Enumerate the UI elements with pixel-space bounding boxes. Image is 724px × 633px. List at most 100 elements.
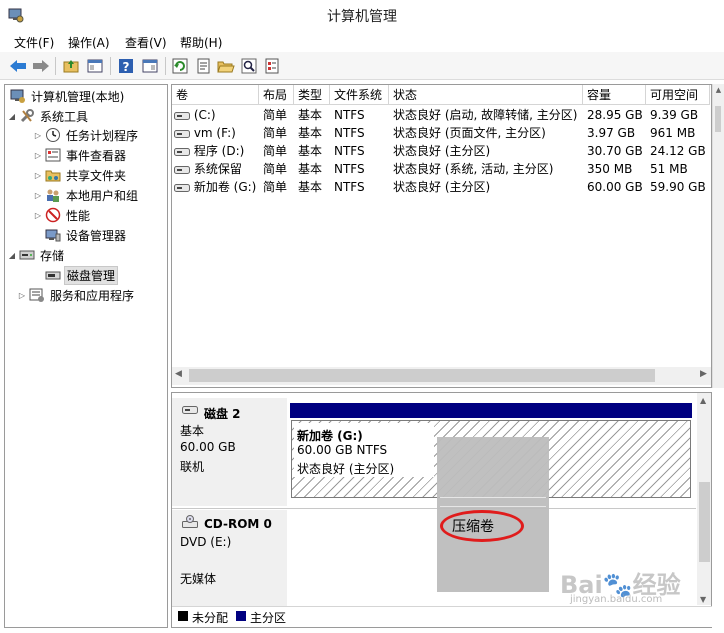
expand-arrow-icon[interactable]: ▷ (33, 151, 43, 160)
drive-icon (174, 111, 190, 120)
menu-view[interactable]: 查看(V) (125, 34, 167, 51)
column-header-capacity[interactable]: 容量 (583, 85, 646, 105)
volume-name: 系统保留 (193, 162, 242, 176)
forward-arrow-icon (33, 60, 49, 72)
column-header-volume[interactable]: 卷 (172, 85, 259, 105)
expand-arrow-icon[interactable]: ▷ (33, 171, 43, 180)
cdrom-media-status: 无媒体 (180, 572, 217, 586)
scroll-left-icon[interactable]: ◀ (175, 369, 182, 379)
menu-action[interactable]: 操作(A) (68, 34, 110, 51)
volume-row[interactable]: vm (F:) 简单 基本 NTFS 状态良好 (页面文件, 主分区) 3.97… (172, 124, 712, 142)
tree-item-event-viewer[interactable]: ▷ 事件查看器 (33, 146, 128, 164)
watermark-url: jingyan.baidu.com (570, 594, 663, 605)
device-manager-icon (45, 227, 61, 243)
volume-row[interactable]: (C:) 简单 基本 NTFS 状态良好 (启动, 故障转储, 主分区) 28.… (172, 106, 712, 124)
column-header-status[interactable]: 状态 (389, 85, 583, 105)
tree-item-services-applications[interactable]: ▷ 服务和应用程序 (17, 286, 136, 304)
disk-state: 联机 (180, 460, 205, 474)
volume-type: 基本 (298, 144, 323, 158)
scrollbar-thumb[interactable] (699, 482, 710, 562)
drive-icon (174, 129, 190, 138)
legend-label-unallocated: 未分配 (192, 611, 229, 625)
menu-help[interactable]: 帮助(H) (180, 34, 222, 51)
volume-row[interactable]: 新加卷 (G:) 简单 基本 NTFS 状态良好 (主分区) 60.00 GB … (172, 178, 712, 196)
forward-button[interactable] (31, 56, 51, 76)
tree-item-local-users-groups[interactable]: ▷ 本地用户和组 (33, 186, 140, 204)
volume-filesystem: NTFS (334, 144, 365, 158)
disk-management-icon (45, 267, 61, 283)
expand-arrow-icon[interactable]: ▷ (33, 191, 43, 200)
volume-layout: 简单 (263, 162, 288, 176)
shared-folder-icon (45, 167, 61, 183)
tree-label: 系统工具 (40, 109, 89, 124)
scroll-up-icon[interactable]: ▲ (700, 396, 706, 405)
volume-free-space: 961 MB (650, 126, 696, 140)
volume-type: 基本 (298, 126, 323, 140)
disk-type: 基本 (180, 424, 205, 438)
menu-separator (440, 497, 546, 498)
tree-item-performance[interactable]: ▷ 性能 (33, 206, 92, 224)
disk-settings-button[interactable] (262, 56, 282, 76)
cdrom-name: CD-ROM 0 (204, 517, 272, 531)
volume-capacity: 28.95 GB (587, 108, 643, 122)
svg-text:?: ? (123, 60, 130, 74)
console-tree-icon (87, 59, 103, 73)
back-button[interactable] (8, 56, 28, 76)
event-viewer-icon (45, 147, 61, 163)
tree-item-shared-folders[interactable]: ▷ 共享文件夹 (33, 166, 128, 184)
scroll-up-icon[interactable]: ▲ (715, 86, 722, 96)
up-level-button[interactable] (61, 56, 81, 76)
open-folder-icon (217, 61, 235, 73)
column-header-free-space[interactable]: 可用空间 (646, 85, 710, 105)
storage-icon (19, 247, 35, 263)
primary-partition-bar (290, 403, 692, 418)
tree-label: 本地用户和组 (66, 188, 139, 203)
column-header-filesystem[interactable]: 文件系统 (330, 85, 389, 105)
volume-capacity: 30.70 GB (587, 144, 643, 158)
scroll-down-icon[interactable]: ▼ (700, 595, 706, 604)
volume-row[interactable]: 程序 (D:) 简单 基本 NTFS 状态良好 (主分区) 30.70 GB 2… (172, 142, 712, 160)
expand-arrow-icon[interactable]: ▷ (17, 291, 27, 300)
tree-label: 存储 (40, 248, 65, 263)
scrollbar-thumb[interactable] (715, 106, 721, 132)
action-pane-icon (142, 59, 158, 73)
checklist-icon (265, 58, 279, 74)
properties-button[interactable] (193, 56, 213, 76)
drive-icon (174, 183, 190, 192)
tree-label: 计算机管理(本地) (31, 89, 125, 104)
highlight-circle (440, 510, 524, 542)
collapse-arrow-icon[interactable]: ◢ (7, 251, 17, 260)
volume-free-space: 24.12 GB (650, 144, 706, 158)
tree-item-computer-management[interactable]: 计算机管理(本地) (8, 87, 126, 105)
expand-arrow-icon[interactable]: ▷ (33, 211, 43, 220)
tree-item-disk-management[interactable]: 磁盘管理 (43, 265, 119, 285)
expand-arrow-icon[interactable]: ▷ (33, 131, 43, 140)
tree-item-storage[interactable]: ◢ 存储 (7, 246, 66, 264)
tree-item-device-manager[interactable]: 设备管理器 (43, 226, 128, 244)
search-button[interactable] (239, 56, 259, 76)
volume-row[interactable]: 系统保留 简单 基本 NTFS 状态良好 (系统, 活动, 主分区) 350 M… (172, 160, 712, 178)
volume-name: vm (F:) (193, 126, 236, 140)
users-icon (45, 187, 61, 203)
tree-item-system-tools[interactable]: ◢ 系统工具 (7, 107, 90, 125)
column-header-layout[interactable]: 布局 (259, 85, 294, 105)
scroll-right-icon[interactable]: ▶ (700, 369, 707, 379)
legend-label-primary: 主分区 (250, 611, 287, 625)
volume-list: 卷 布局 类型 文件系统 状态 容量 可用空间 (C:) 简单 基本 NTFS … (171, 84, 712, 388)
open-folder-button[interactable] (216, 56, 236, 76)
scrollbar-thumb[interactable] (189, 369, 655, 382)
menu-file[interactable]: 文件(F) (14, 34, 54, 51)
help-button[interactable]: ? (116, 56, 136, 76)
properties-icon (197, 58, 210, 74)
volume-layout: 简单 (263, 180, 288, 194)
toolbar-separator (110, 57, 111, 75)
show-hide-tree-button[interactable] (85, 56, 105, 76)
show-hide-action-pane-button[interactable] (140, 56, 160, 76)
column-header-type[interactable]: 类型 (294, 85, 330, 105)
collapse-arrow-icon[interactable]: ◢ (7, 112, 17, 121)
tree-item-task-scheduler[interactable]: ▷ 任务计划程序 (33, 126, 140, 144)
tree-label: 事件查看器 (66, 148, 127, 163)
volume-capacity: 60.00 GB (587, 180, 643, 194)
volume-filesystem: NTFS (334, 180, 365, 194)
refresh-button[interactable] (170, 56, 190, 76)
